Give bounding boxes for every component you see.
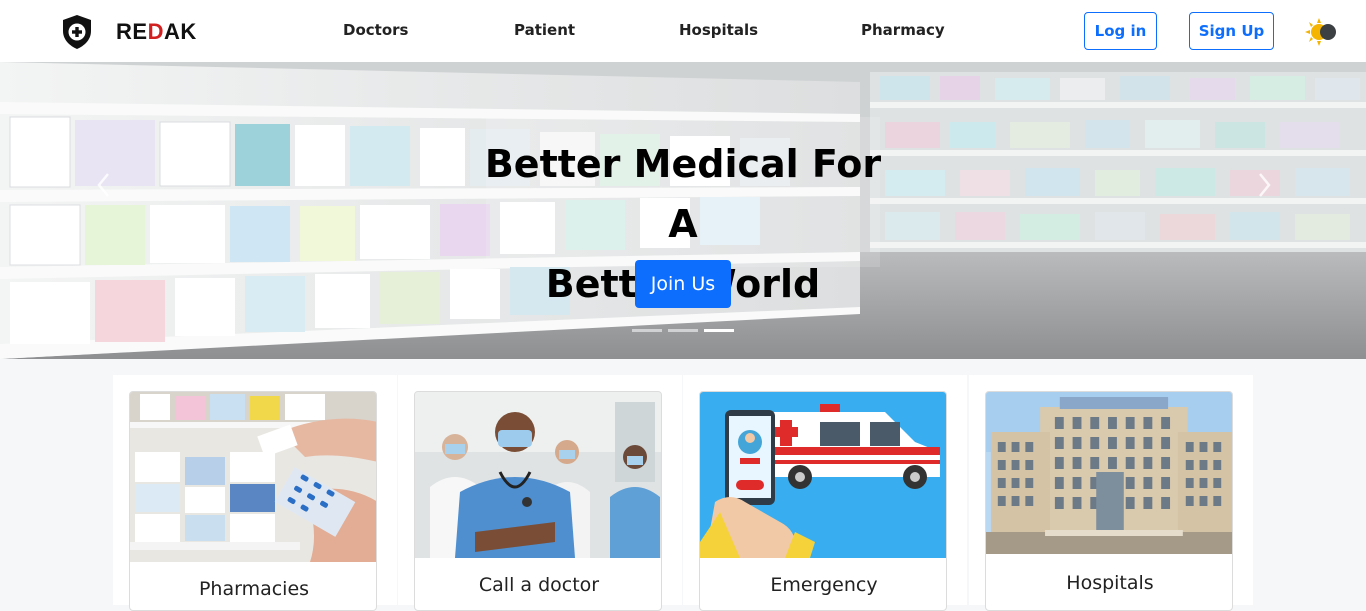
card-hospitals[interactable]: Hospitals <box>985 391 1233 611</box>
carousel-prev-icon[interactable] <box>94 170 114 200</box>
card-column-call-doctor: Call a doctor <box>398 375 682 611</box>
card-column-emergency: Emergency <box>683 375 967 611</box>
carousel-indicator-1[interactable] <box>632 329 662 332</box>
pharmacy-shelf-image <box>130 392 376 562</box>
card-title-pharmacies: Pharmacies <box>198 578 310 600</box>
card-title-hospitals: Hospitals <box>1066 572 1154 594</box>
login-button[interactable]: Log in <box>1084 12 1157 50</box>
carousel-indicator-3[interactable] <box>704 329 734 332</box>
brand-logo[interactable]: REDAK <box>60 14 196 50</box>
nav-link-hospitals[interactable]: Hospitals <box>679 21 758 39</box>
card-call-doctor[interactable]: Call a doctor <box>414 391 662 611</box>
carousel-indicator-2[interactable] <box>668 329 698 332</box>
join-us-button[interactable]: Join Us <box>635 260 731 308</box>
doctors-team-image <box>415 392 661 558</box>
nav-link-pharmacy[interactable]: Pharmacy <box>861 21 945 39</box>
theme-toggle-icon[interactable] <box>1304 16 1340 48</box>
hero-title-line-1: Better Medical For A <box>484 142 882 246</box>
card-pharmacies[interactable]: Pharmacies <box>129 391 377 611</box>
services-section: Pharmacies Call a doctor Emergency Hospi… <box>113 375 1253 611</box>
ambulance-phone-image <box>700 392 946 558</box>
card-title-emergency: Emergency <box>770 574 878 596</box>
hero-carousel: Better Medical For A Better World Join U… <box>0 62 1366 359</box>
carousel-next-icon[interactable] <box>1254 170 1274 200</box>
top-navbar: REDAK Doctors Patient Hospitals Pharmacy… <box>0 0 1366 62</box>
nav-link-doctors[interactable]: Doctors <box>343 21 408 39</box>
brand-name: REDAK <box>116 19 197 44</box>
nav-link-patient[interactable]: Patient <box>514 21 575 39</box>
carousel-indicators <box>632 329 734 332</box>
card-column-pharmacies: Pharmacies <box>113 375 397 611</box>
hospital-building-image <box>986 392 1232 554</box>
card-emergency[interactable]: Emergency <box>699 391 947 611</box>
card-column-hospitals: Hospitals <box>969 375 1253 611</box>
shield-cross-icon <box>63 15 91 49</box>
signup-button[interactable]: Sign Up <box>1189 12 1274 50</box>
card-title-call-doctor: Call a doctor <box>478 574 600 596</box>
